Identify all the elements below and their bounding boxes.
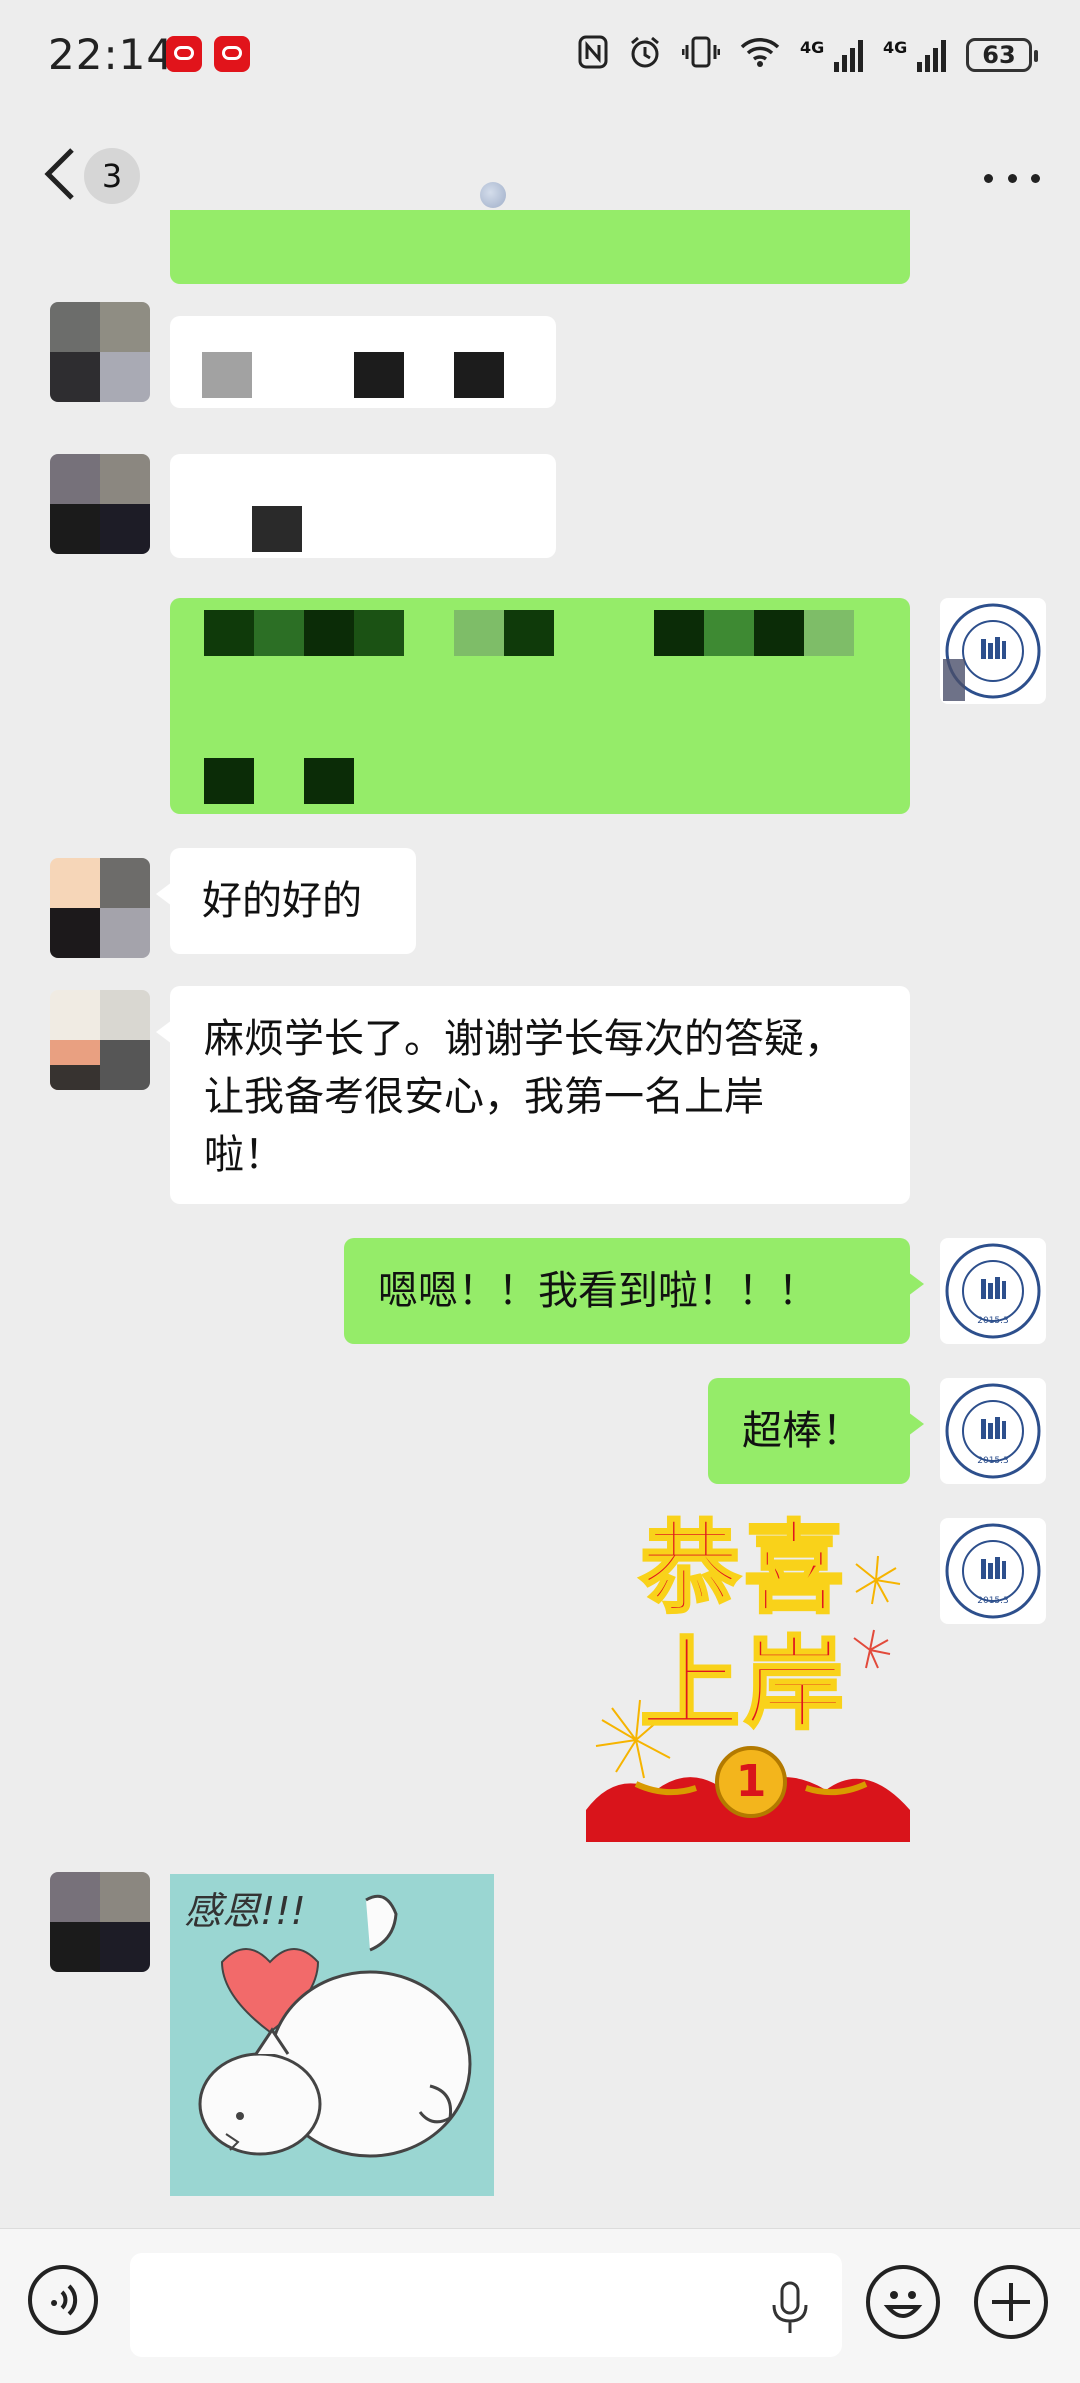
alarm-icon bbox=[628, 35, 662, 75]
user-avatar-logo[interactable] bbox=[940, 598, 1046, 704]
blurred-title bbox=[480, 182, 506, 208]
message-bubble-sent[interactable]: 超棒！ bbox=[708, 1378, 924, 1484]
message-bubble-received-redacted[interactable] bbox=[170, 316, 556, 408]
thanks-sticker[interactable]: 感恩!!! bbox=[170, 1874, 494, 2196]
university-seal-icon bbox=[943, 603, 1041, 701]
app-notification-icon bbox=[166, 36, 202, 72]
contact-avatar[interactable] bbox=[50, 990, 150, 1090]
cell-signal-1-icon: 4G bbox=[800, 38, 863, 72]
svg-text:2015.3: 2015.3 bbox=[977, 1316, 1009, 1326]
contact-avatar[interactable] bbox=[50, 454, 150, 554]
message-bubble-received[interactable]: 麻烦学长了。谢谢学长每次的答疑， 让我备考很安心，我第一名上岸 啦！ bbox=[156, 986, 910, 1204]
message-input[interactable] bbox=[130, 2253, 842, 2357]
university-seal-icon: 2015.3 bbox=[945, 1523, 1041, 1619]
plus-icon bbox=[992, 2283, 1030, 2321]
microphone-icon[interactable] bbox=[770, 2279, 810, 2337]
voice-mode-button[interactable] bbox=[28, 2265, 98, 2335]
university-seal-icon: 2015.3 bbox=[945, 1243, 1041, 1339]
congrats-subtitle: 上岸 bbox=[639, 1626, 848, 1743]
svg-text:2015.3: 2015.3 bbox=[977, 1456, 1009, 1466]
contact-avatar[interactable] bbox=[50, 302, 150, 402]
battery-level: 63 bbox=[982, 41, 1016, 69]
contact-avatar[interactable] bbox=[50, 1872, 150, 1972]
message-text: 超棒！ bbox=[742, 1408, 862, 1454]
message-line: 让我备考很安心，我第一名上岸 bbox=[204, 1074, 764, 1120]
message-line: 麻烦学长了。谢谢学长每次的答疑， bbox=[204, 1016, 844, 1062]
more-options-button[interactable] bbox=[984, 150, 1040, 206]
voice-waves-icon bbox=[51, 2284, 78, 2316]
message-text: 嗯嗯！！我看到啦！！！ bbox=[378, 1268, 818, 1314]
message-line: 啦！ bbox=[204, 1132, 284, 1178]
bowing-bear-icon bbox=[198, 1894, 472, 2158]
nfc-icon bbox=[578, 35, 608, 75]
user-avatar-logo[interactable]: 2015.3 bbox=[940, 1378, 1046, 1484]
user-avatar-logo[interactable]: 2015.3 bbox=[940, 1518, 1046, 1624]
emoji-button[interactable] bbox=[866, 2265, 940, 2339]
user-avatar-logo[interactable]: 2015.3 bbox=[940, 1238, 1046, 1344]
university-seal-icon: 2015.3 bbox=[945, 1383, 1041, 1479]
message-bubble-sent-redacted[interactable] bbox=[170, 598, 910, 814]
message-text: 好的好的 bbox=[202, 878, 362, 924]
message-bubble-sent[interactable] bbox=[170, 210, 910, 284]
bank-app-notification-icon bbox=[214, 36, 250, 72]
back-arrow-icon[interactable] bbox=[40, 146, 80, 202]
vibrate-icon bbox=[681, 35, 721, 75]
message-bubble-received[interactable]: 好的好的 bbox=[156, 848, 416, 954]
status-bar: 22:14 4G 4G 63 bbox=[0, 0, 1080, 110]
message-bubble-received-redacted[interactable] bbox=[170, 454, 556, 558]
congrats-title: 恭喜 bbox=[639, 1510, 848, 1627]
cell-signal-2-icon: 4G bbox=[883, 38, 946, 72]
clock: 22:14 bbox=[48, 30, 175, 79]
message-bubble-sent[interactable]: 嗯嗯！！我看到啦！！！ bbox=[344, 1238, 924, 1344]
input-bar bbox=[0, 2228, 1080, 2383]
battery-icon: 63 bbox=[966, 38, 1038, 72]
system-icons: 4G 4G 63 bbox=[578, 30, 1038, 80]
congrats-sticker[interactable]: 恭喜 上岸 1 bbox=[586, 1510, 910, 1842]
unread-count-badge[interactable]: 3 bbox=[84, 148, 140, 204]
more-functions-button[interactable] bbox=[974, 2265, 1048, 2339]
svg-text:2015.3: 2015.3 bbox=[977, 1596, 1009, 1606]
smiley-icon bbox=[883, 2291, 923, 2318]
contact-avatar[interactable] bbox=[50, 858, 150, 958]
rank-badge: 1 bbox=[735, 1756, 767, 1807]
wifi-icon bbox=[740, 36, 780, 74]
